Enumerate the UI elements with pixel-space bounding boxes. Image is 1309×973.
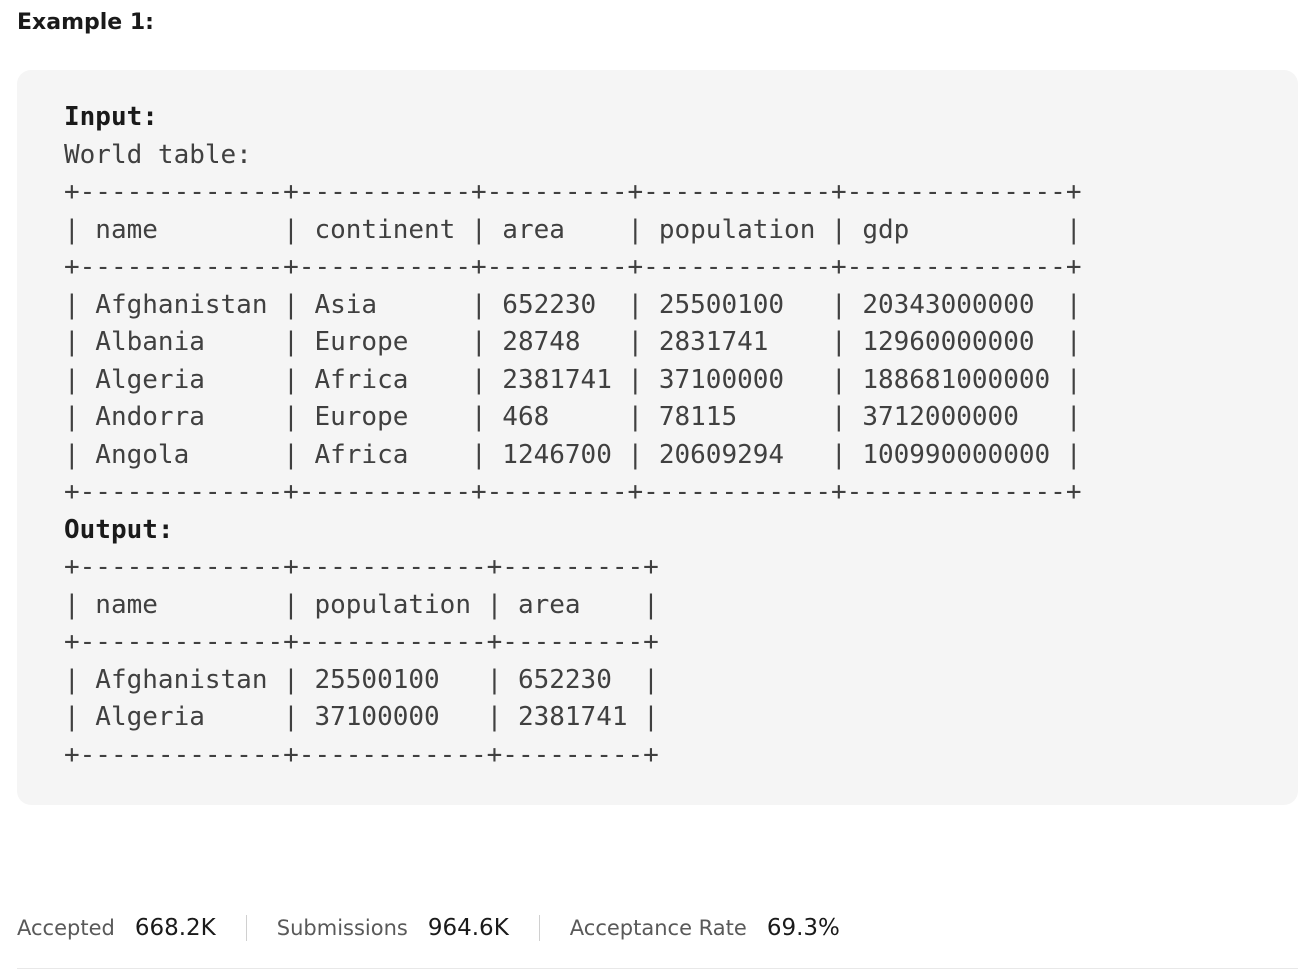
- example-code-block: Input: World table: +-------------+-----…: [17, 70, 1298, 805]
- world-table-row: | Angola | Africa | 1246700 | 20609294 |…: [64, 439, 1082, 470]
- submission-stats: Accepted 668.2K Submissions 964.6K Accep…: [17, 906, 840, 950]
- accepted-value: 668.2K: [134, 915, 216, 941]
- stat-divider: [245, 915, 247, 941]
- table-caption: World table:: [64, 139, 252, 170]
- accepted-stat: Accepted 668.2K: [17, 915, 216, 941]
- output-table-row: | Afghanistan | 25500100 | 652230 |: [64, 664, 659, 695]
- acceptance-rate-label: Acceptance Rate: [569, 916, 747, 940]
- output-table-header-border: +-------------+------------+---------+: [64, 627, 659, 657]
- submissions-label: Submissions: [276, 916, 408, 940]
- acceptance-rate-stat: Acceptance Rate 69.3%: [570, 915, 840, 941]
- stat-divider: [538, 915, 540, 941]
- acceptance-rate-value: 69.3%: [766, 915, 840, 941]
- output-label: Output:: [64, 514, 174, 545]
- world-table-row: | Andorra | Europe | 468 | 78115 | 37120…: [64, 402, 1082, 432]
- world-table-border-bottom: +-------------+-----------+---------+---…: [64, 477, 1082, 507]
- output-table-row: | Algeria | 37100000 | 2381741 |: [64, 702, 659, 732]
- output-table-border-top: +-------------+------------+---------+: [64, 552, 659, 582]
- output-table-border-bottom: +-------------+------------+---------+: [64, 739, 659, 770]
- world-table-row: | Algeria | Africa | 2381741 | 37100000 …: [64, 364, 1082, 395]
- example-heading: Example 1:: [17, 10, 154, 35]
- submissions-value: 964.6K: [427, 915, 509, 941]
- world-table-header-row: | name | continent | area | population |…: [64, 214, 1082, 245]
- bottom-divider: [17, 968, 1298, 969]
- input-label: Input:: [64, 102, 158, 132]
- world-table-row: | Albania | Europe | 28748 | 2831741 | 1…: [64, 327, 1082, 357]
- submissions-stat: Submissions 964.6K: [277, 915, 509, 941]
- example-code: Input: World table: +-------------+-----…: [64, 99, 1081, 774]
- accepted-label: Accepted: [17, 916, 115, 940]
- world-table-border-top: +-------------+-----------+---------+---…: [64, 177, 1082, 207]
- output-table-header-row: | name | population | area |: [64, 589, 659, 620]
- world-table-row: | Afghanistan | Asia | 652230 | 25500100…: [64, 289, 1082, 320]
- world-table-header-border: +-------------+-----------+---------+---…: [64, 252, 1082, 282]
